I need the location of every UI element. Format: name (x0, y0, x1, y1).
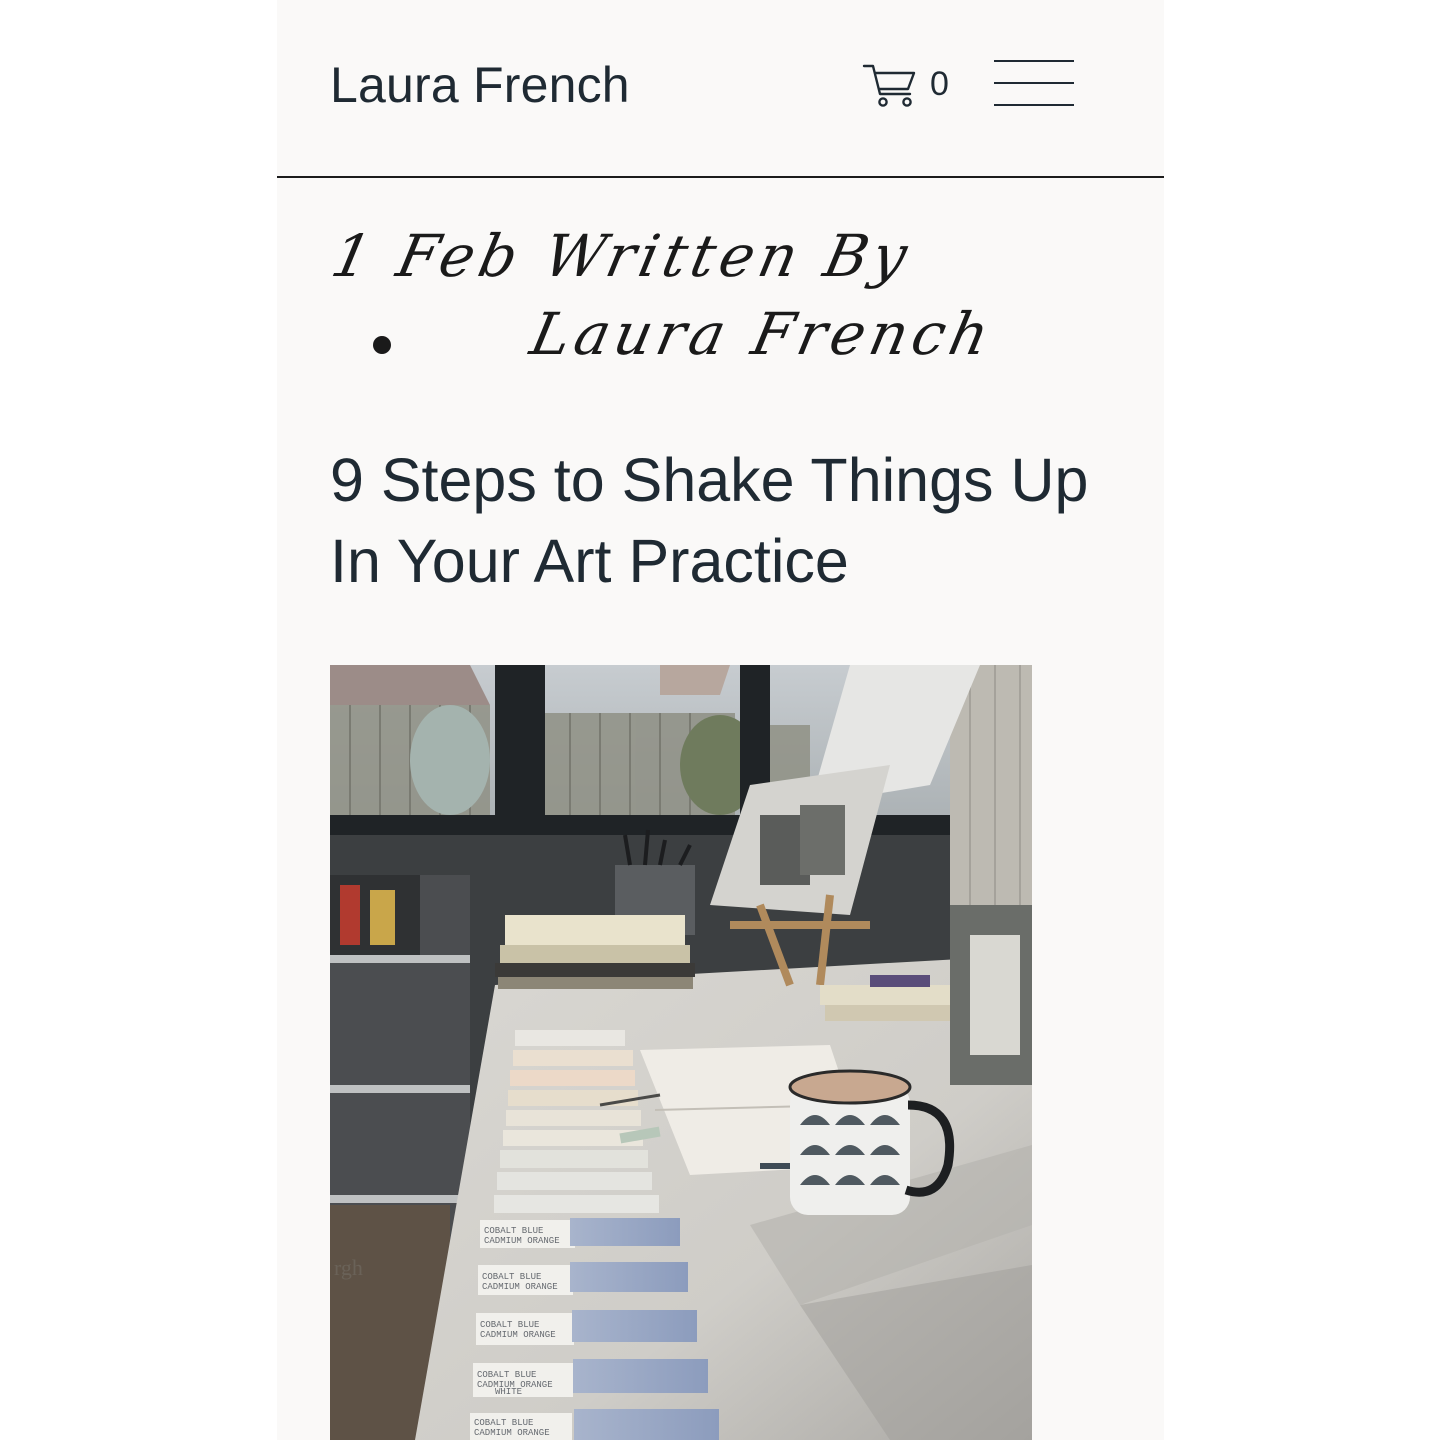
menu-line (994, 104, 1074, 106)
site-title[interactable]: Laura French (330, 56, 630, 114)
swatch-label: CADMIUM ORANGE (482, 1282, 558, 1292)
swatch-label: COBALT BLUE (480, 1320, 539, 1330)
site-header: Laura French 0 (277, 0, 1164, 178)
post-hero-image: rgh COBALT BLUE CADMIUM ORANGE COBALT BL… (330, 665, 1032, 1440)
post-date: 1 Feb (325, 222, 530, 290)
post-title: 9 Steps to Shake Things Up In Your Art P… (330, 446, 1089, 595)
cart-count: 0 (930, 64, 949, 103)
menu-line (994, 82, 1074, 84)
meta-separator-dot (373, 336, 391, 354)
post-author[interactable]: Laura French (525, 300, 1000, 368)
written-by-label: Written By (538, 222, 918, 290)
swatch-label: CADMIUM ORANGE (474, 1428, 550, 1438)
menu-line (994, 60, 1074, 62)
swatch-label: COBALT BLUE (474, 1418, 533, 1428)
page: Laura French 0 1 Feb Written By Laura Fr… (0, 0, 1440, 1440)
swatch-label: COBALT BLUE (482, 1272, 541, 1282)
bag-text: rgh (334, 1255, 363, 1280)
swatch-label: CADMIUM ORANGE (484, 1236, 560, 1246)
swatch-label: COBALT BLUE (477, 1370, 536, 1380)
swatch-label: CADMIUM ORANGE (480, 1330, 556, 1340)
swatch-label: COBALT BLUE (484, 1226, 543, 1236)
cart-button[interactable]: 0 (862, 60, 949, 108)
post-meta-line: 1 Feb Written By (326, 222, 918, 290)
swatch-label: WHITE (495, 1387, 522, 1397)
studio-desk-photo: rgh COBALT BLUE CADMIUM ORANGE COBALT BL… (330, 665, 1032, 1440)
hamburger-menu-button[interactable] (994, 58, 1074, 108)
cart-icon (862, 64, 916, 107)
mobile-screen: Laura French 0 1 Feb Written By Laura Fr… (277, 0, 1164, 1440)
